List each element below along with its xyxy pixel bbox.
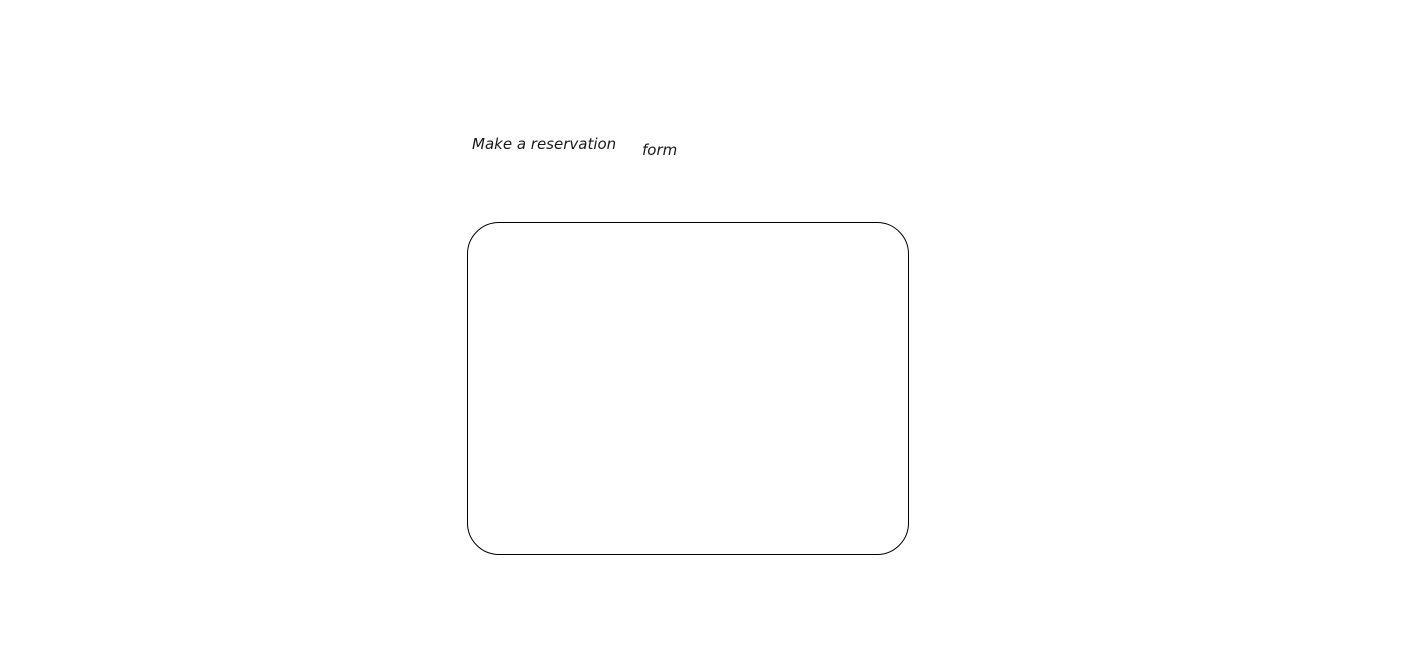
reservation-form-container	[467, 222, 909, 555]
page-title: Make a reservation	[472, 135, 617, 153]
form-annotation-label: form	[642, 141, 678, 159]
